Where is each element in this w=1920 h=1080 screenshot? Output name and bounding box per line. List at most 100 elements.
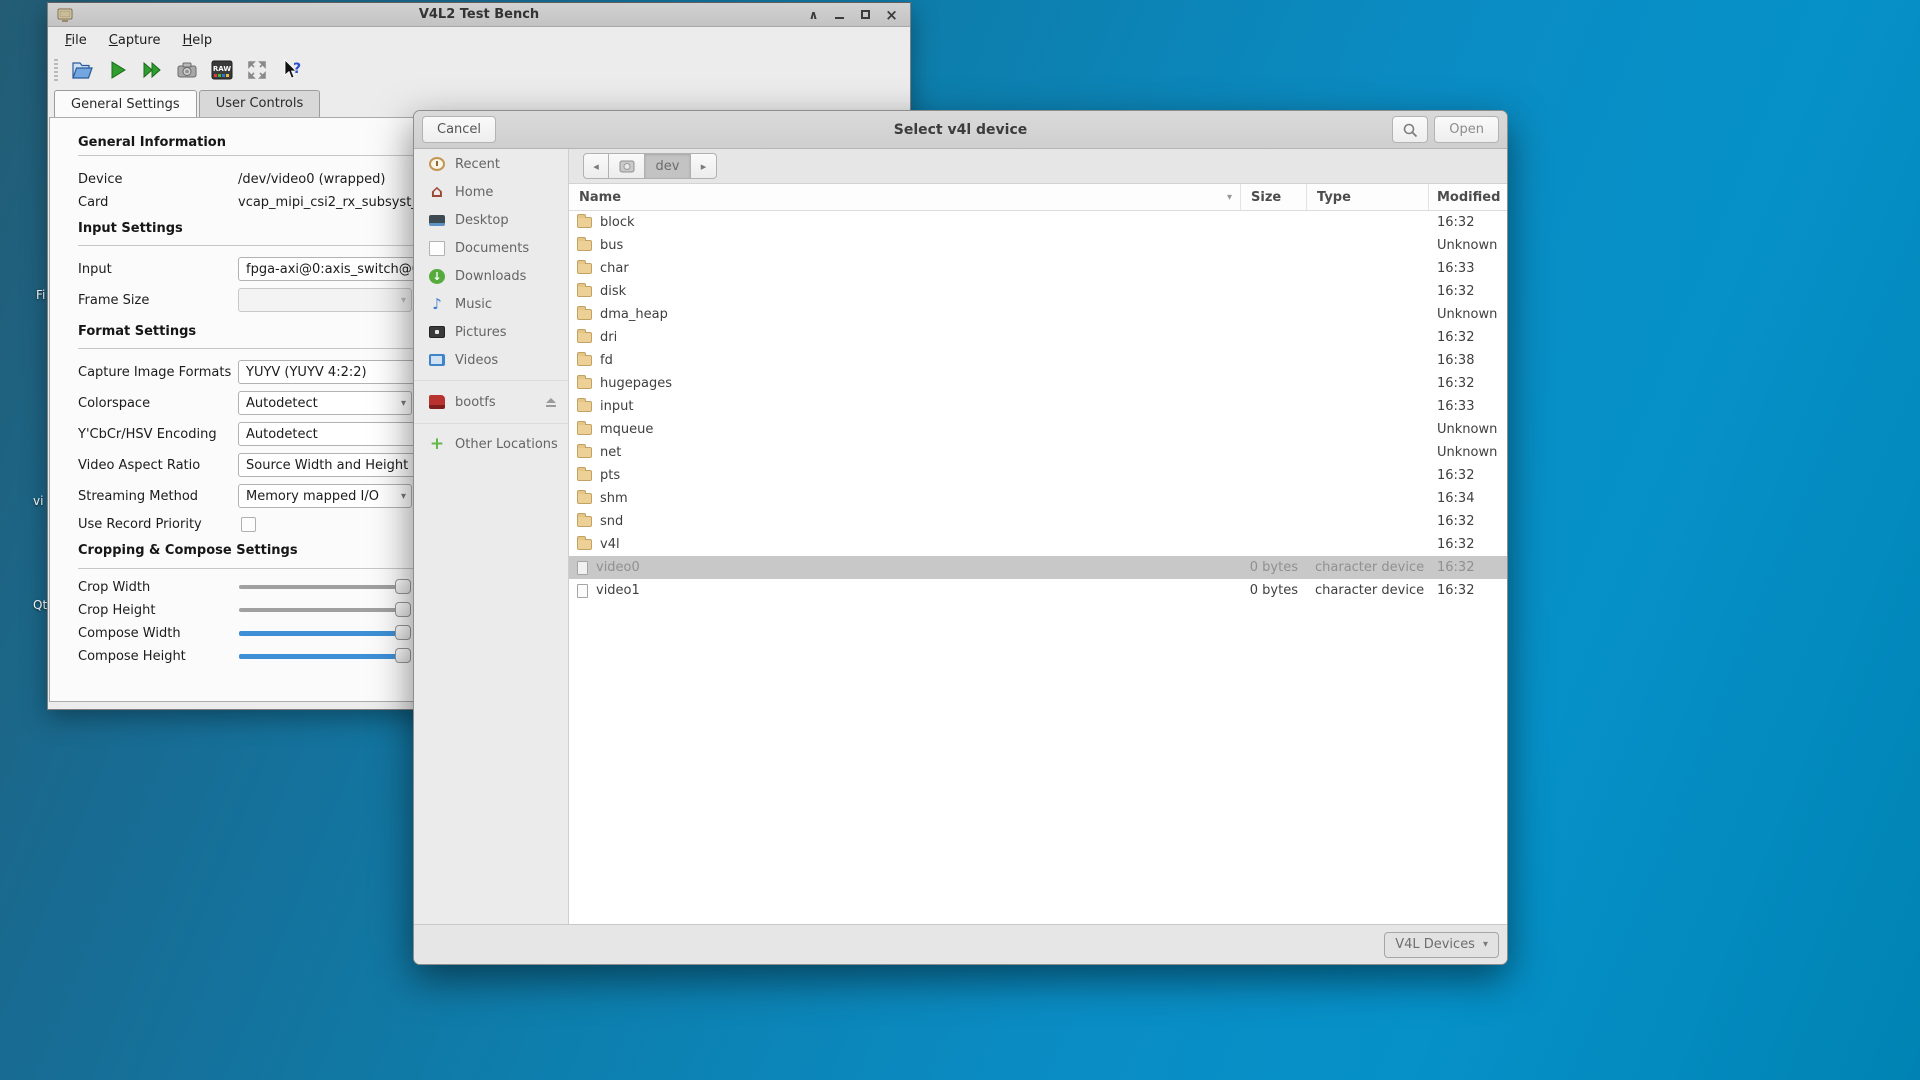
v4l2-titlebar[interactable]: V4L2 Test Bench ∧ × xyxy=(48,3,910,27)
file-modified: Unknown xyxy=(1429,234,1507,257)
sidebar-item-home[interactable]: ⌂Home xyxy=(414,178,568,206)
menu-file[interactable]: File xyxy=(56,30,96,51)
back-button[interactable]: ◂ xyxy=(583,153,609,179)
column-modified-label: Modified xyxy=(1437,190,1500,205)
table-row-char[interactable]: char16:33 xyxy=(569,257,1507,280)
sidebar-item-label: Documents xyxy=(455,241,529,256)
desktop: FiviQt V4L2 Test Bench ∧ × FileCaptureHe… xyxy=(0,0,1920,1080)
table-row-net[interactable]: netUnknown xyxy=(569,441,1507,464)
menu-capture[interactable]: Capture xyxy=(100,30,170,51)
sidebar-item-recent[interactable]: Recent xyxy=(414,150,568,178)
sidebar-item-label: Desktop xyxy=(455,213,509,228)
maximize-icon[interactable] xyxy=(859,8,872,21)
eject-icon[interactable] xyxy=(546,398,556,407)
column-type[interactable]: Type xyxy=(1307,184,1429,210)
folder-icon xyxy=(577,470,592,481)
sidebar-item-desktop[interactable]: Desktop xyxy=(414,206,568,234)
sidebar-item-label: Recent xyxy=(455,157,500,172)
table-row-disk[interactable]: disk16:32 xyxy=(569,280,1507,303)
dialog-headerbar[interactable]: Cancel Select v4l device Open xyxy=(414,111,1507,149)
slider-handle[interactable] xyxy=(395,648,411,663)
snapshot-icon[interactable] xyxy=(174,57,200,83)
menu-help[interactable]: Help xyxy=(173,30,221,51)
streaming-method-combobox[interactable]: Memory mapped I/O▾ xyxy=(238,484,412,508)
slider-handle[interactable] xyxy=(395,602,411,617)
capture-start-icon[interactable] xyxy=(104,57,130,83)
desktop-icon-label: vi xyxy=(33,494,43,508)
column-modified[interactable]: Modified xyxy=(1429,184,1508,210)
drive-icon xyxy=(619,160,635,173)
sidebar-item-label: bootfs xyxy=(455,395,496,410)
table-row-mqueue[interactable]: mqueueUnknown xyxy=(569,418,1507,441)
open-file-icon[interactable] xyxy=(69,57,95,83)
capture-frame-icon[interactable] xyxy=(139,57,165,83)
encoding-label: Y'CbCr/HSV Encoding xyxy=(78,427,217,442)
table-row-snd[interactable]: snd16:32 xyxy=(569,510,1507,533)
forward-button[interactable]: ▸ xyxy=(691,153,717,179)
sidebar-item-pictures[interactable]: Pictures xyxy=(414,318,568,346)
search-button[interactable] xyxy=(1392,116,1428,143)
file-name: block xyxy=(600,215,635,230)
record-priority-checkbox[interactable] xyxy=(241,517,256,532)
folder-icon xyxy=(577,378,592,389)
toolbar-grip[interactable] xyxy=(54,59,58,81)
slider-label: Crop Height xyxy=(78,603,155,618)
table-row-pts[interactable]: pts16:32 xyxy=(569,464,1507,487)
pictures-icon xyxy=(429,326,445,338)
file-modified: 16:32 xyxy=(1429,510,1507,533)
shade-icon[interactable]: ∧ xyxy=(807,8,820,21)
sidebar-item-bootfs[interactable]: bootfs xyxy=(414,387,568,417)
filter-dropdown[interactable]: V4L Devices ▾ xyxy=(1384,932,1499,958)
file-size xyxy=(1241,487,1307,510)
table-row-v4l[interactable]: v4l16:32 xyxy=(569,533,1507,556)
context-help-icon[interactable]: ? xyxy=(279,57,305,83)
breadcrumb-dev[interactable]: dev xyxy=(645,153,691,179)
compose-height-slider[interactable] xyxy=(239,644,409,668)
column-size[interactable]: Size xyxy=(1241,184,1307,210)
colorspace-combobox[interactable]: Autodetect▾ xyxy=(238,391,412,415)
resize-icon[interactable] xyxy=(244,57,270,83)
table-row-dri[interactable]: dri16:32 xyxy=(569,326,1507,349)
sidebar-item-music[interactable]: ♪Music xyxy=(414,290,568,318)
raw-buffer-icon[interactable]: RAW xyxy=(209,57,235,83)
table-row-fd[interactable]: fd16:38 xyxy=(569,349,1507,372)
drive-button[interactable] xyxy=(609,153,645,179)
close-icon[interactable]: × xyxy=(885,8,898,21)
cancel-button[interactable]: Cancel xyxy=(422,116,496,143)
device-label: Device xyxy=(78,172,122,187)
sidebar-item-downloads[interactable]: ↓Downloads xyxy=(414,262,568,290)
compose-width-slider[interactable] xyxy=(239,621,409,645)
table-row-dma_heap[interactable]: dma_heapUnknown xyxy=(569,303,1507,326)
file-name: pts xyxy=(600,468,620,483)
sidebar-item-label: Other Locations xyxy=(455,437,558,452)
open-button[interactable]: Open xyxy=(1434,116,1499,143)
chevron-down-icon: ▾ xyxy=(401,398,406,409)
list-header: Name▾ Size Type Modified xyxy=(569,184,1507,211)
sidebar-item-other-locations[interactable]: +Other Locations xyxy=(414,430,568,458)
tab-general-settings[interactable]: General Settings xyxy=(54,90,197,118)
card-value: vcap_mipi_csi2_rx_subsyst_ xyxy=(238,195,418,210)
file-modified: Unknown xyxy=(1429,441,1507,464)
tab-user-controls[interactable]: User Controls xyxy=(199,90,321,117)
table-row-video0[interactable]: video00 bytescharacter device16:32 xyxy=(569,556,1507,579)
sidebar-item-videos[interactable]: Videos xyxy=(414,346,568,374)
sidebar-item-documents[interactable]: Documents xyxy=(414,234,568,262)
table-row-shm[interactable]: shm16:34 xyxy=(569,487,1507,510)
table-row-bus[interactable]: busUnknown xyxy=(569,234,1507,257)
device-value: /dev/video0 (wrapped) xyxy=(238,172,385,187)
slider-handle[interactable] xyxy=(395,579,411,594)
crop-width-slider[interactable] xyxy=(239,575,409,599)
crop-height-slider[interactable] xyxy=(239,598,409,622)
section-cropping-compose: Cropping & Compose Settings xyxy=(78,543,298,558)
column-name[interactable]: Name▾ xyxy=(569,184,1241,210)
table-row-hugepages[interactable]: hugepages16:32 xyxy=(569,372,1507,395)
minimize-icon[interactable] xyxy=(833,8,846,21)
table-row-input[interactable]: input16:33 xyxy=(569,395,1507,418)
table-row-video1[interactable]: video10 bytescharacter device16:32 xyxy=(569,579,1507,602)
slider-handle[interactable] xyxy=(395,625,411,640)
table-row-block[interactable]: block16:32 xyxy=(569,211,1507,234)
folder-icon xyxy=(577,309,592,320)
filter-dropdown-label: V4L Devices xyxy=(1395,937,1475,952)
file-modified: 16:32 xyxy=(1429,533,1507,556)
file-size xyxy=(1241,303,1307,326)
